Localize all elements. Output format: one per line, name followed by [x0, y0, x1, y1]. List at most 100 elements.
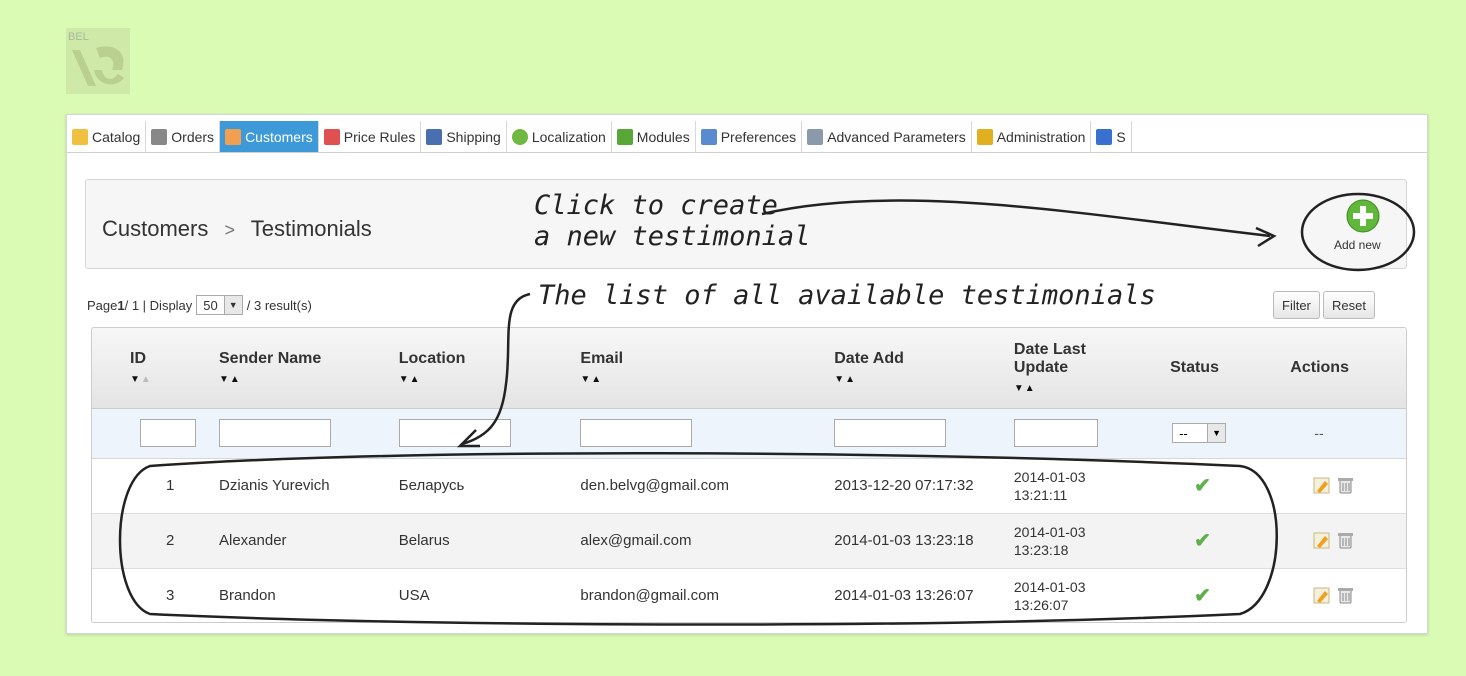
check-icon[interactable]: ✔ — [1194, 585, 1211, 607]
cell-id: 2 — [92, 513, 197, 569]
table-row[interactable]: 1 Dzianis Yurevich Беларусь den.belvg@gmail… — [92, 458, 1406, 514]
cell-id: 1 — [92, 458, 197, 514]
per-page-select[interactable]: 50 ▼ — [196, 295, 243, 315]
table-row[interactable]: 2 Alexander Belarus alex@gmail.com 2014-01-0… — [92, 513, 1406, 569]
col-date-update: Date Last Update ▼▲ — [993, 328, 1155, 409]
menu-item-price-rules[interactable]: Price Rules — [319, 121, 422, 152]
filter-status-value: -- — [1179, 425, 1188, 441]
cell-date-update-time: 13:26:07 — [1013, 596, 1069, 613]
trash-icon[interactable] — [1338, 532, 1354, 548]
filter-location-input[interactable] — [398, 419, 511, 447]
filter-id-input[interactable] — [140, 419, 196, 447]
edit-icon[interactable] — [1313, 477, 1330, 493]
cart-icon — [151, 129, 168, 145]
menu-item-catalog[interactable]: Catalog — [67, 121, 147, 152]
col-sender-label: Sender Name — [219, 350, 322, 368]
filter-status-select[interactable]: -- ▼ — [1172, 423, 1227, 443]
menu-item-administration[interactable]: Administration — [972, 121, 1092, 152]
menu-item-customers[interactable]: Customers — [220, 121, 319, 152]
folder-icon — [72, 129, 88, 145]
menu-item-advanced-parameters[interactable]: Advanced Parameters — [802, 121, 972, 152]
cell-date-update-date: 2014-01-03 — [1013, 468, 1086, 485]
col-date-update-label: Date Last Update — [1013, 341, 1086, 377]
cell-sender: Dzianis Yurevich — [197, 458, 377, 514]
per-page-value: 50 — [203, 297, 218, 313]
cell-status: ✔ — [1154, 568, 1263, 622]
trash-icon[interactable] — [1338, 477, 1354, 493]
cell-location: Belarus — [376, 513, 559, 569]
cell-status: ✔ — [1154, 513, 1263, 569]
col-sender: Sender Name ▼▲ — [197, 328, 377, 409]
testimonials-table: ID ▼▲ Sender Name ▼▲ Location ▼▲ Email ▼… — [91, 327, 1407, 623]
col-id: ID ▼▲ — [92, 328, 197, 409]
main-menu: Catalog Orders Customers Price Rules Shippin… — [67, 121, 1427, 153]
menu-item-label: Modules — [636, 129, 690, 145]
edit-icon[interactable] — [1313, 532, 1330, 548]
chevron-down-icon[interactable]: ▼ — [223, 296, 242, 314]
filter-email-input[interactable] — [580, 419, 693, 447]
sort-arrows-icon[interactable]: ▼▲ — [219, 374, 377, 385]
col-date-add-label: Date Add — [834, 350, 904, 368]
sort-arrows-icon[interactable]: ▼▲ — [130, 374, 197, 385]
chevron-down-icon[interactable]: ▼ — [1207, 424, 1226, 442]
edit-icon[interactable] — [1313, 587, 1330, 603]
cell-sender: Brandon — [197, 568, 377, 622]
belvg-logo-icon: BEL — [66, 28, 130, 94]
cell-actions — [1262, 513, 1406, 569]
cell-actions — [1262, 568, 1406, 622]
menu-item-preferences[interactable]: Preferences — [696, 121, 803, 152]
cell-location: USA — [376, 568, 559, 622]
breadcrumb-separator: > — [224, 220, 235, 240]
breadcrumb-parent[interactable]: Customers — [102, 216, 208, 241]
add-new-button[interactable]: Add new — [1328, 194, 1392, 260]
filter-button[interactable]: Filter — [1273, 291, 1320, 319]
trash-icon[interactable] — [1338, 587, 1354, 603]
menu-item-orders[interactable]: Orders — [146, 121, 221, 152]
key-icon — [976, 129, 993, 145]
menu-item-shipping[interactable]: Shipping — [421, 121, 507, 152]
menu-item-label: Catalog — [92, 129, 141, 145]
pagination-prefix: Page — [87, 297, 118, 313]
add-circle-icon — [1346, 199, 1380, 233]
menu-item-modules[interactable]: Modules — [612, 121, 696, 152]
menu-item-label: Localization — [531, 129, 606, 145]
cell-date-update-date: 2014-01-03 — [1013, 523, 1086, 540]
menu-item-label: Price Rules — [343, 129, 416, 145]
cell-date-update: 2014-01-03 13:23:18 — [993, 513, 1155, 569]
col-id-label: ID — [130, 350, 146, 368]
price-tag-icon — [323, 129, 340, 145]
cell-date-add: 2014-01-03 13:23:18 — [812, 513, 994, 569]
filter-date-update-input[interactable] — [1013, 419, 1098, 447]
check-icon[interactable]: ✔ — [1194, 530, 1211, 552]
menu-item-localization[interactable]: Localization — [507, 121, 612, 152]
annotation-create-line1: Click to create — [534, 190, 778, 221]
pagination: Page 1 / 1 | Display 50 ▼ / 3 result(s) — [87, 295, 312, 315]
col-email-label: Email — [580, 350, 624, 368]
reset-button[interactable]: Reset — [1323, 291, 1375, 319]
menu-item-label: Customers — [245, 129, 313, 145]
sort-arrows-icon[interactable]: ▼▲ — [1014, 383, 1104, 394]
sort-arrows-icon[interactable]: ▼▲ — [834, 374, 994, 385]
filter-sender-input[interactable] — [219, 419, 331, 447]
stats-icon — [1096, 129, 1113, 145]
sort-arrows-icon[interactable]: ▼▲ — [399, 374, 559, 385]
logo-text: BEL — [68, 31, 89, 43]
sort-arrows-icon[interactable]: ▼▲ — [580, 374, 812, 385]
col-actions: Actions — [1262, 328, 1406, 409]
cell-id: 3 — [92, 568, 197, 622]
menu-item-s[interactable]: S — [1091, 121, 1132, 152]
truck-icon — [426, 129, 443, 145]
cell-sender: Alexander — [197, 513, 377, 569]
menu-item-label: Shipping — [446, 129, 501, 145]
table-row[interactable]: 3 Brandon USA brandon@gmail.com 2014-01-03 1… — [92, 568, 1406, 622]
menu-item-label: Orders — [171, 129, 215, 145]
col-date-add: Date Add ▼▲ — [812, 328, 994, 409]
annotation-create: Click to create a new testimonial — [534, 190, 810, 252]
check-icon[interactable]: ✔ — [1194, 475, 1211, 497]
filter-date-add-input[interactable] — [834, 419, 947, 447]
globe-icon — [511, 129, 528, 145]
edit-icon — [700, 129, 717, 145]
user-icon — [225, 129, 242, 145]
cell-email: den.belvg@gmail.com — [558, 458, 813, 514]
cell-status: ✔ — [1154, 458, 1263, 514]
